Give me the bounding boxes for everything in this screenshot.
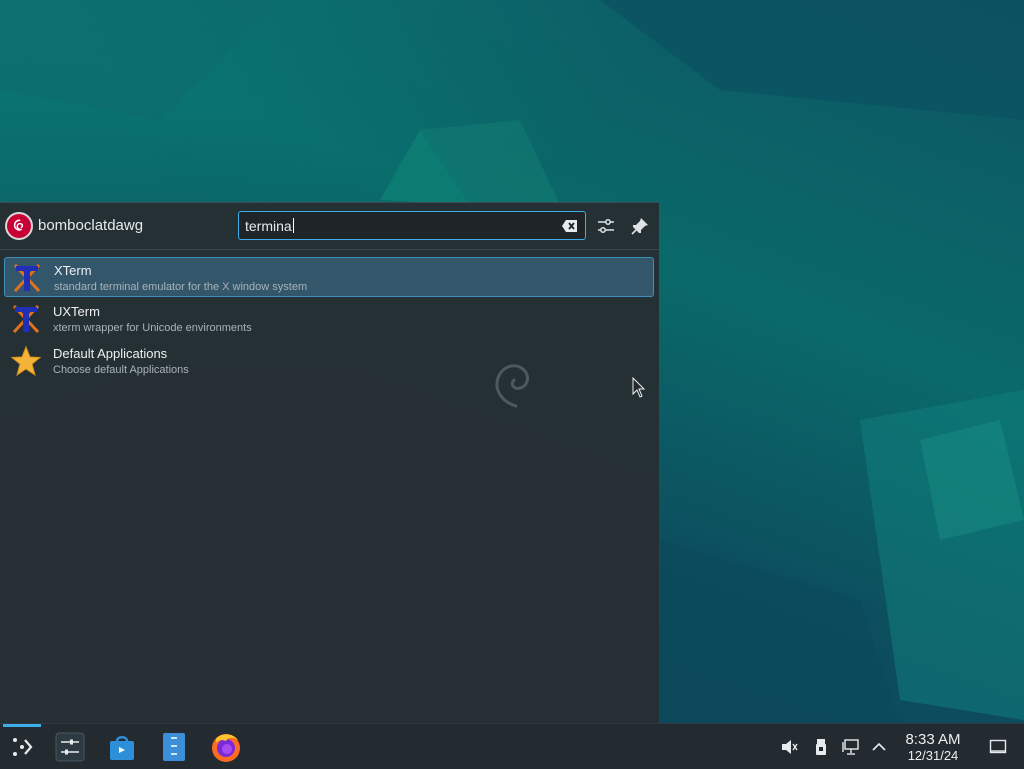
active-indicator xyxy=(3,724,41,727)
app-launcher-icon xyxy=(13,738,33,756)
pin-icon[interactable] xyxy=(630,216,650,236)
discover-store-icon xyxy=(110,736,134,760)
xterm-icon xyxy=(13,263,41,293)
result-subtitle: xterm wrapper for Unicode environments xyxy=(53,322,252,334)
debian-logo-icon xyxy=(7,214,31,238)
user-name: bomboclatdawg xyxy=(38,217,144,234)
show-desktop-icon[interactable] xyxy=(989,738,1007,756)
result-title: XTerm xyxy=(54,263,92,278)
user-avatar[interactable] xyxy=(5,212,33,240)
result-title: Default Applications xyxy=(53,346,168,361)
result-item-xterm[interactable]: XTerm standard terminal emulator for the… xyxy=(4,257,654,297)
discover-store-button[interactable] xyxy=(106,731,138,763)
debian-swirl-watermark-icon xyxy=(495,364,529,408)
application-launcher: bomboclatdawg termina XTerm standard ter… xyxy=(0,202,659,724)
xterm-icon xyxy=(12,304,40,334)
result-title: UXTerm xyxy=(53,304,100,319)
clear-search-icon[interactable] xyxy=(561,218,579,234)
network-icon[interactable] xyxy=(842,738,860,756)
volume-muted-icon[interactable] xyxy=(780,738,798,756)
star-icon xyxy=(11,345,41,377)
clock-time[interactable]: 8:33 AM xyxy=(896,731,970,748)
search-field[interactable]: termina xyxy=(238,211,586,240)
system-settings-icon xyxy=(55,732,85,762)
app-launcher-button[interactable] xyxy=(6,731,38,763)
show-hidden-icons-icon[interactable] xyxy=(870,738,888,756)
result-subtitle: standard terminal emulator for the X win… xyxy=(54,281,308,293)
result-item-uxterm[interactable]: UXTerm xterm wrapper for Unicode environ… xyxy=(4,299,654,339)
result-item-default-applications[interactable]: Default Applications Choose default Appl… xyxy=(4,341,654,381)
file-manager-button[interactable] xyxy=(158,731,190,763)
system-settings-button[interactable] xyxy=(54,731,86,763)
removable-device-icon[interactable] xyxy=(812,738,830,756)
firefox-icon xyxy=(212,734,240,762)
taskbar: 8:33 AM 12/31/24 xyxy=(0,723,1024,769)
mouse-cursor-icon xyxy=(632,377,646,398)
result-subtitle: Choose default Applications xyxy=(53,364,189,376)
launcher-header: bomboclatdawg termina xyxy=(0,203,659,250)
firefox-button[interactable] xyxy=(210,731,242,763)
search-input[interactable]: termina xyxy=(245,218,294,234)
clock-date[interactable]: 12/31/24 xyxy=(896,748,970,763)
file-manager-icon xyxy=(163,733,185,761)
configure-icon[interactable] xyxy=(596,216,616,236)
